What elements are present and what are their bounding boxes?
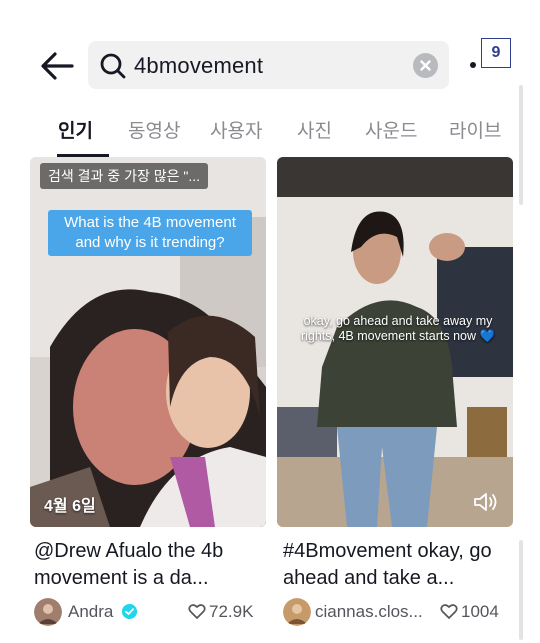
page-number-badge: 9 bbox=[481, 38, 511, 68]
search-input[interactable]: 4bmovement bbox=[88, 41, 449, 89]
search-tabs: 인기 동영상 사용자 사진 사운드 라이브 bbox=[0, 108, 540, 157]
search-header: 4bmovement 9 bbox=[0, 0, 540, 100]
close-icon bbox=[420, 60, 431, 71]
like-count: 1004 bbox=[461, 602, 499, 621]
post-date: 4월 6일 bbox=[44, 498, 96, 515]
clear-search-button[interactable] bbox=[413, 53, 438, 78]
tab-photos[interactable]: 사진 bbox=[297, 116, 332, 143]
heart-icon bbox=[440, 604, 458, 619]
video-meta-row: ciannas.clos... 1004 bbox=[283, 598, 518, 626]
video-meta-row: Andra 72.9K bbox=[34, 598, 264, 626]
avatar[interactable] bbox=[283, 598, 311, 626]
heart-icon bbox=[188, 604, 206, 619]
back-arrow-icon[interactable] bbox=[38, 48, 76, 84]
video-result-card[interactable]: 검색 결과 중 가장 많은 "... What is the 4B moveme… bbox=[30, 157, 266, 527]
tab-sounds[interactable]: 사운드 bbox=[365, 116, 417, 143]
scrollbar[interactable] bbox=[519, 85, 523, 205]
tab-top[interactable]: 인기 bbox=[58, 116, 93, 143]
video-title[interactable]: @Drew Afualo the 4b movement is a da... bbox=[34, 538, 274, 592]
more-options-button[interactable] bbox=[470, 62, 476, 68]
tab-videos[interactable]: 동영상 bbox=[128, 116, 180, 143]
video-result-card[interactable]: okay, go ahead and take away my rights, … bbox=[277, 157, 513, 527]
avatar[interactable] bbox=[34, 598, 62, 626]
author-name[interactable]: ciannas.clos... bbox=[315, 602, 423, 622]
search-query-text[interactable]: 4bmovement bbox=[134, 53, 263, 79]
sound-on-icon[interactable] bbox=[473, 491, 499, 513]
author-name[interactable]: Andra bbox=[68, 602, 113, 622]
scrollbar[interactable] bbox=[519, 540, 523, 640]
video-title[interactable]: #4Bmovement okay, go ahead and take a... bbox=[283, 538, 523, 592]
video-caption-overlay: What is the 4B movement and why is it tr… bbox=[48, 210, 252, 256]
tab-live[interactable]: 라이브 bbox=[449, 116, 501, 143]
like-count: 72.9K bbox=[209, 602, 254, 621]
video-text-overlay: okay, go ahead and take away my rights, … bbox=[300, 314, 496, 343]
tab-users[interactable]: 사용자 bbox=[210, 116, 262, 143]
search-highlight-tag: 검색 결과 중 가장 많은 "... bbox=[40, 163, 209, 189]
verified-badge-icon bbox=[122, 604, 137, 619]
search-icon bbox=[100, 53, 126, 79]
